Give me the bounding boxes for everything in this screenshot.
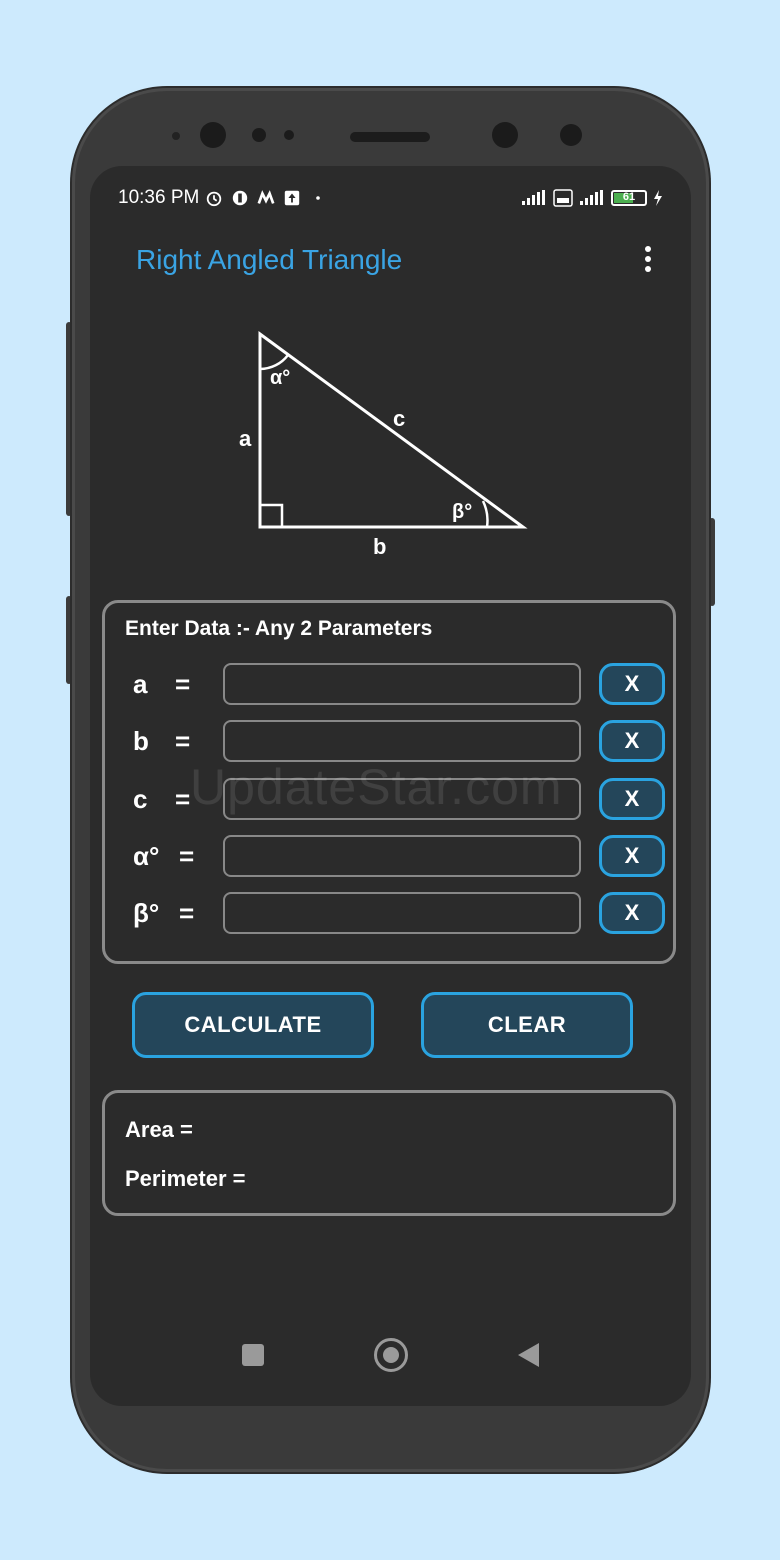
status-notification-icons	[205, 189, 327, 207]
beta-arc	[481, 500, 489, 528]
earpiece-speaker	[350, 132, 430, 142]
side-a-input[interactable]	[223, 663, 581, 705]
row-c: c = X	[105, 778, 673, 822]
area-result: Area =	[125, 1117, 193, 1142]
alpha-label: α°	[270, 367, 290, 389]
signal-icon	[522, 190, 545, 205]
phone-frame: 10:36 PM 61 Right Angled Triangle α° β° …	[72, 88, 709, 1472]
clear-beta-button[interactable]: X	[599, 892, 665, 934]
field-label: b	[133, 726, 149, 756]
navigation-bar	[90, 1316, 691, 1406]
signal-icon	[580, 190, 603, 205]
battery-level: 61	[622, 191, 636, 203]
sensor-icon	[284, 130, 294, 140]
side-b-label: b	[373, 534, 386, 559]
clear-a-button[interactable]: X	[599, 663, 665, 705]
input-panel-title: Enter Data :- Any 2 Parameters	[125, 617, 433, 640]
field-label: β°	[133, 898, 160, 928]
status-bar: 10:36 PM 61	[118, 186, 663, 210]
page-title: Right Angled Triangle	[136, 244, 403, 275]
front-camera-icon	[492, 122, 518, 148]
status-system-icons: 61	[521, 189, 663, 207]
sensor-icon	[172, 132, 180, 140]
phone-side-button-right	[709, 518, 715, 606]
input-panel: Enter Data :- Any 2 Parameters a = X b =…	[102, 600, 676, 964]
sensor-icon	[560, 124, 582, 146]
field-label: c	[133, 784, 148, 814]
back-icon[interactable]	[518, 1343, 539, 1367]
triangle-shape	[258, 331, 528, 529]
side-c-input[interactable]	[223, 778, 581, 820]
row-b: b = X	[105, 720, 673, 764]
perimeter-result: Perimeter =	[125, 1166, 246, 1191]
results-panel: Area = Perimeter =	[102, 1090, 676, 1216]
clear-c-button[interactable]: X	[599, 778, 665, 820]
sensor-icon	[252, 128, 266, 142]
m-app-icon	[257, 190, 275, 204]
charging-icon	[654, 190, 662, 206]
volte-icon	[553, 189, 573, 207]
triangle-diagram: α° β° a b c	[239, 331, 528, 559]
field-label: α°	[133, 841, 160, 871]
app-notification-icon	[233, 190, 248, 206]
upload-icon	[285, 190, 300, 206]
angle-alpha-input[interactable]	[223, 835, 581, 877]
overflow-menu-icon[interactable]	[641, 246, 655, 276]
field-label: a	[133, 669, 148, 699]
equals-sign: =	[179, 841, 195, 871]
angle-beta-input[interactable]	[223, 892, 581, 934]
calculate-button[interactable]: CALCULATE	[132, 992, 374, 1058]
front-camera-icon	[200, 122, 226, 148]
alarm-icon	[207, 191, 222, 207]
side-b-input[interactable]	[223, 720, 581, 762]
row-beta: β° = X	[105, 892, 673, 936]
recent-apps-icon[interactable]	[242, 1344, 264, 1366]
equals-sign: =	[179, 898, 195, 928]
dot-icon	[316, 196, 321, 200]
equals-sign: =	[175, 669, 191, 699]
side-a-label: a	[239, 426, 252, 451]
status-time: 10:36 PM	[118, 187, 200, 208]
clear-button[interactable]: CLEAR	[421, 992, 633, 1058]
clear-alpha-button[interactable]: X	[599, 835, 665, 877]
screen: 10:36 PM 61 Right Angled Triangle α° β° …	[90, 166, 691, 1406]
row-a: a = X	[105, 663, 673, 707]
equals-sign: =	[175, 784, 191, 814]
side-c-label: c	[393, 406, 405, 431]
battery-icon: 61	[611, 190, 647, 206]
equals-sign: =	[175, 726, 191, 756]
row-alpha: α° = X	[105, 835, 673, 879]
right-angle-marker	[258, 503, 284, 529]
clear-b-button[interactable]: X	[599, 720, 665, 762]
beta-label: β°	[452, 501, 472, 523]
home-icon[interactable]	[374, 1338, 408, 1372]
